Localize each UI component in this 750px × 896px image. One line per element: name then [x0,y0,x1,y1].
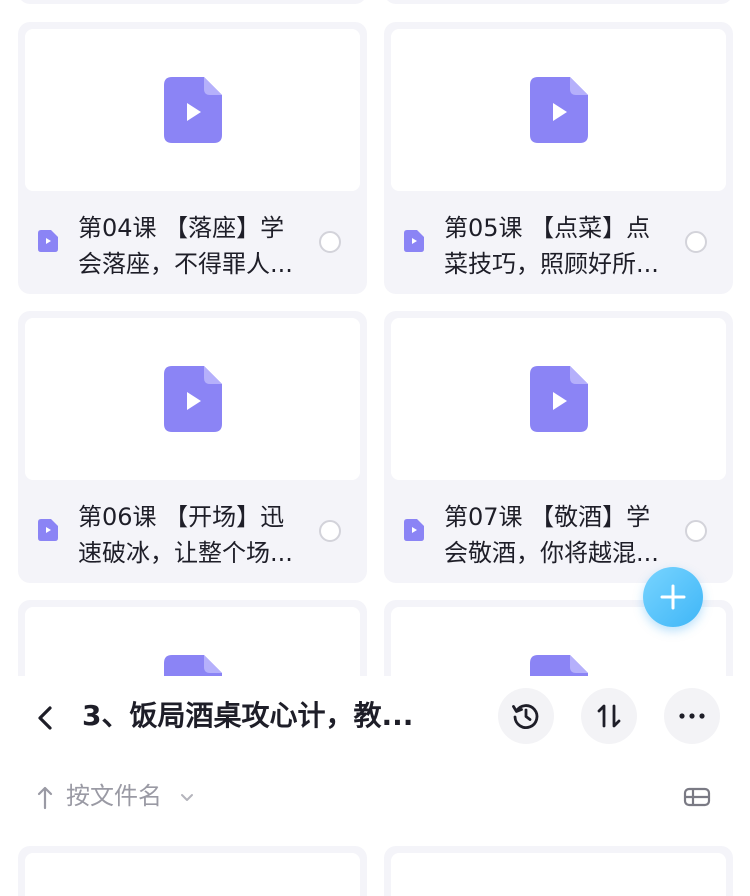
video-file-icon [529,655,588,676]
file-info: 第04课 【落座】学会落座，不得罪人... [18,198,367,294]
file-card[interactable]: 第04课 【落座】学会落座，不得罪人... [18,22,367,294]
add-button[interactable] [643,567,703,627]
video-file-icon [163,366,222,432]
file-card[interactable]: 第05课 【点菜】点菜技巧，照顾好所... [384,22,733,294]
video-file-icon [163,655,222,676]
file-title[interactable]: 第05课 【点菜】点菜技巧，照顾好所... [444,210,669,282]
file-card[interactable] [384,846,733,896]
file-card[interactable]: 第06课 【开场】迅速破冰，让整个场... [18,311,367,583]
sort-bar: 按文件名 [0,772,750,822]
folder-panel: 3、饭局酒桌攻心计，教... 按文件名 [0,676,750,896]
file-card[interactable] [18,0,367,4]
chevron-down-icon[interactable] [178,788,196,806]
more-icon [679,713,705,719]
file-card[interactable] [384,0,733,4]
select-radio[interactable] [319,231,341,253]
file-card[interactable]: 第07课 【敬酒】学会敬酒，你将越混... [384,311,733,583]
file-card[interactable] [18,600,367,676]
file-title[interactable]: 第06课 【开场】迅速破冰，让整个场... [78,499,303,571]
file-title[interactable]: 第07课 【敬酒】学会敬酒，你将越混... [444,499,669,571]
file-thumbnail[interactable] [25,853,360,896]
video-file-small-icon [404,519,424,541]
file-thumbnail[interactable] [25,318,360,480]
video-file-small-icon [38,519,58,541]
file-info: 第05课 【点菜】点菜技巧，照顾好所... [384,198,733,294]
history-button[interactable] [498,688,554,744]
file-thumbnail[interactable] [25,607,360,676]
video-file-icon [529,77,588,143]
video-file-icon [163,77,222,143]
select-radio[interactable] [319,520,341,542]
file-title[interactable]: 第04课 【落座】学会落座，不得罪人... [78,210,303,282]
file-card[interactable] [18,846,367,896]
arrow-up-icon[interactable] [34,784,56,810]
file-thumbnail[interactable] [25,29,360,191]
history-icon [512,704,539,729]
file-info: 第06课 【开场】迅速破冰，让整个场... [18,487,367,583]
video-file-icon [529,366,588,432]
folder-title: 3、饭局酒桌攻心计，教... [82,699,414,732]
select-radio[interactable] [685,231,707,253]
file-thumbnail[interactable] [391,29,726,191]
file-thumbnail[interactable] [391,853,726,896]
sort-button[interactable] [581,688,637,744]
select-radio[interactable] [685,520,707,542]
file-grid: 第04课 【落座】学会落座，不得罪人... 第05课 【点菜】点菜技巧，照顾好所… [0,0,750,676]
sort-by-label[interactable]: 按文件名 [66,778,162,814]
back-icon[interactable] [28,700,64,736]
plus-icon [660,584,686,610]
file-thumbnail[interactable] [391,318,726,480]
list-view-icon[interactable] [682,782,712,812]
video-file-small-icon [404,230,424,252]
more-button[interactable] [664,688,720,744]
video-file-small-icon [38,230,58,252]
sort-icon [597,704,621,728]
